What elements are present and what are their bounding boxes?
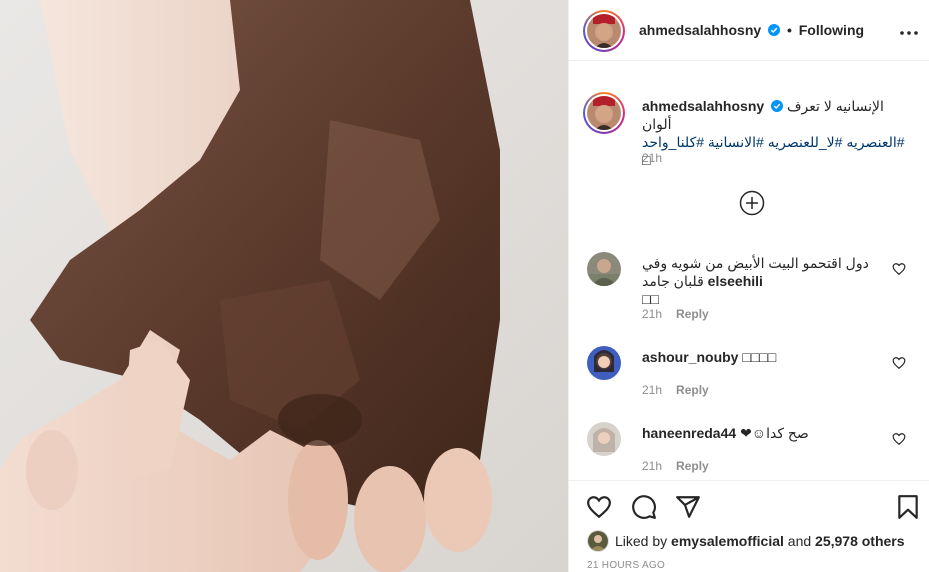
separator-dot: • <box>786 22 792 38</box>
comment-time[interactable]: 21h <box>642 383 662 397</box>
following-button[interactable]: Following <box>799 22 864 38</box>
caption: ahmedsalahhosny الإنسانيه لا تعرف ألوان … <box>642 97 912 169</box>
likes-prefix: Liked by <box>615 533 668 549</box>
heart-icon[interactable] <box>586 494 612 520</box>
comment-like-heart-icon[interactable] <box>892 262 906 276</box>
commenter-avatar[interactable] <box>587 346 621 380</box>
likes-count[interactable]: 25,978 others <box>815 533 905 549</box>
plus-circle-icon <box>739 190 765 216</box>
caption-hashtags[interactable]: #العنصريه #لا_للعنصريه #الانسانية #كلنا_… <box>642 134 905 150</box>
likes-summary: Liked by emysalemofficial and 25,978 oth… <box>587 527 905 555</box>
post-timestamp[interactable]: 21 HOURS AGO <box>587 560 665 571</box>
author-username[interactable]: ahmedsalahhosny <box>639 22 761 38</box>
comment-like-heart-icon[interactable] <box>892 432 906 446</box>
comment-glyphs: □□ <box>642 291 659 307</box>
reply-button[interactable]: Reply <box>676 459 709 473</box>
paper-plane-icon[interactable] <box>675 494 701 520</box>
commenter-username[interactable]: elseehili <box>708 273 763 289</box>
liker-username[interactable]: emysalemofficial <box>671 533 784 549</box>
reply-button[interactable]: Reply <box>676 383 709 397</box>
commenter-avatar[interactable] <box>587 422 621 456</box>
post-image[interactable] <box>0 0 568 572</box>
comment-icon[interactable] <box>631 494 657 520</box>
liker-avatar[interactable] <box>587 530 609 552</box>
likes-and: and <box>787 533 812 549</box>
bookmark-icon[interactable] <box>895 494 921 520</box>
commenter-username[interactable]: haneenreda44 <box>642 425 736 441</box>
commenter-username[interactable]: ashour_nouby <box>642 349 738 365</box>
comment-text: □□□□ <box>742 349 777 365</box>
author-avatar[interactable] <box>583 10 625 52</box>
comment-time[interactable]: 21h <box>642 307 662 321</box>
verified-badge-icon <box>771 100 784 112</box>
caption-avatar[interactable] <box>583 92 625 134</box>
post-actions: Liked by emysalemofficial and 25,978 oth… <box>569 480 929 572</box>
caption-time[interactable]: 21h <box>642 151 662 165</box>
caption-username[interactable]: ahmedsalahhosny <box>642 98 764 114</box>
comment-time[interactable]: 21h <box>642 459 662 473</box>
more-horizontal-icon[interactable] <box>900 22 918 36</box>
comment-text: صح كدا☺❤ <box>740 425 809 441</box>
verified-badge-icon <box>768 24 781 36</box>
comments-list[interactable]: ahmedsalahhosny الإنسانيه لا تعرف ألوان … <box>569 62 929 480</box>
post-side-panel: ahmedsalahhosny • Following ahmedsalahho… <box>568 0 929 572</box>
commenter-avatar[interactable] <box>587 252 621 286</box>
load-more-comments-button[interactable] <box>739 190 765 216</box>
post-header: ahmedsalahhosny • Following <box>569 0 929 61</box>
reply-button[interactable]: Reply <box>676 307 709 321</box>
comment-like-heart-icon[interactable] <box>892 356 906 370</box>
